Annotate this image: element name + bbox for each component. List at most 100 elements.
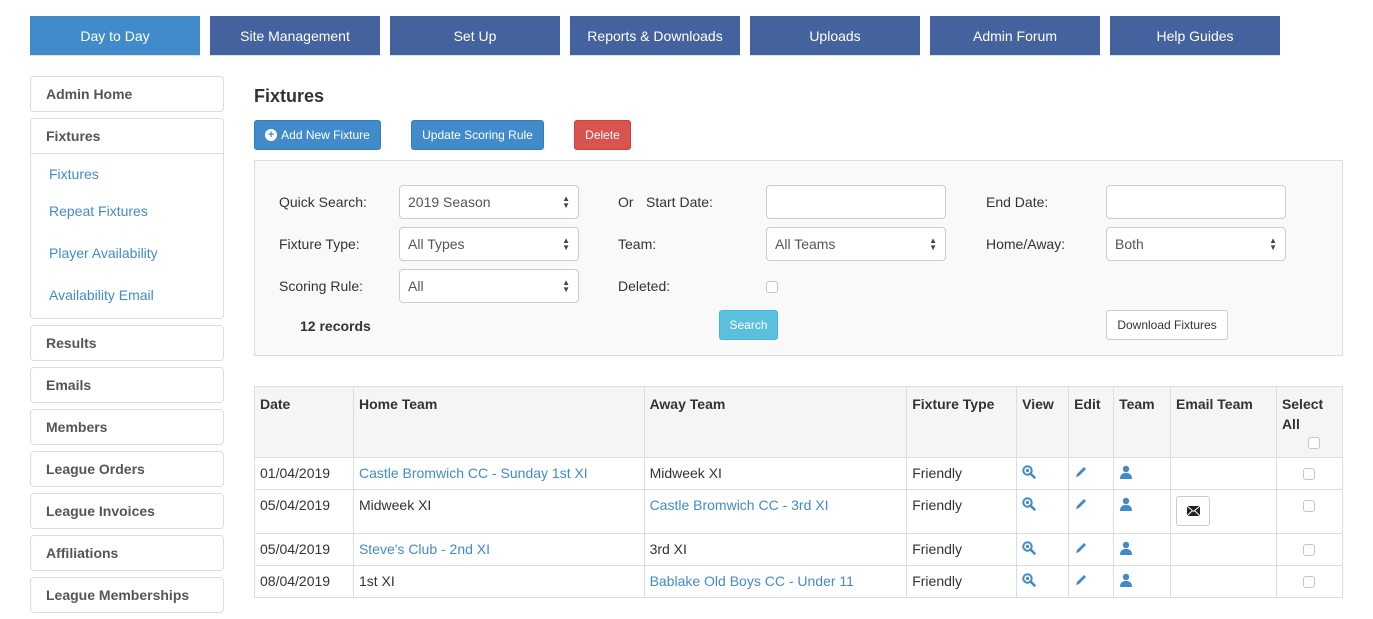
quick-search-select[interactable]: 2019 Season ▲ ▼ <box>399 185 579 219</box>
sidebar-box-affiliations: Affiliations <box>30 535 224 571</box>
user-icon[interactable] <box>1119 465 1133 479</box>
pencil-icon[interactable] <box>1074 541 1088 555</box>
home-team-link[interactable]: Steve's Club - 2nd XI <box>359 541 490 557</box>
sidebar: Admin Home Fixtures Fixtures Repeat Fixt… <box>30 76 224 619</box>
cell-home-team: Steve's Club - 2nd XI <box>352 533 645 566</box>
cell-team <box>1113 565 1172 598</box>
top-nav: Day to Day Site Management Set Up Report… <box>30 16 1280 56</box>
user-icon[interactable] <box>1119 497 1133 511</box>
home-away-select[interactable]: Both ▲ ▼ <box>1106 227 1286 261</box>
sidebar-box-results: Results <box>30 325 224 361</box>
sidebar-item-league-invoices[interactable]: League Invoices <box>31 494 223 528</box>
sidebar-item-emails[interactable]: Emails <box>31 368 223 402</box>
cell-select <box>1275 457 1344 490</box>
nav-tab-site-management[interactable]: Site Management <box>210 16 380 56</box>
add-new-fixture-label: Add New Fixture <box>281 128 370 142</box>
cell-fixture-type: Friendly <box>906 457 1018 490</box>
cell-team <box>1113 489 1172 534</box>
row-select-checkbox[interactable] <box>1303 576 1316 588</box>
cell-email-team <box>1170 489 1277 534</box>
zoom-in-icon[interactable] <box>1022 573 1036 587</box>
home-team-link[interactable]: Castle Bromwich CC - Sunday 1st XI <box>359 465 588 481</box>
user-icon[interactable] <box>1119 541 1133 555</box>
cell-home-team: Castle Bromwich CC - Sunday 1st XI <box>352 457 645 490</box>
pencil-icon[interactable] <box>1074 573 1088 587</box>
cell-edit <box>1068 489 1115 534</box>
cell-view <box>1016 565 1070 598</box>
home-team-text: Midweek XI <box>358 497 432 513</box>
table-row: 05/04/2019 Steve's Club - 2nd XI 3rd XI … <box>254 533 1344 566</box>
select-arrows-icon: ▲ ▼ <box>562 278 570 294</box>
sidebar-link-availability-email[interactable]: Availability Email <box>31 274 223 316</box>
nav-tab-admin-forum[interactable]: Admin Forum <box>930 16 1100 56</box>
or-label: Or <box>618 194 634 210</box>
user-icon[interactable] <box>1119 573 1133 587</box>
nav-tab-set-up[interactable]: Set Up <box>390 16 560 56</box>
end-date-input[interactable] <box>1106 185 1286 219</box>
header-fixture-type: Fixture Type <box>906 386 1018 458</box>
zoom-in-icon[interactable] <box>1022 541 1036 555</box>
start-date-label: Start Date: <box>646 194 713 210</box>
sidebar-link-player-availability[interactable]: Player Availability <box>31 232 223 274</box>
zoom-in-icon[interactable] <box>1022 465 1036 479</box>
email-team-button[interactable] <box>1176 496 1211 526</box>
cell-away-team: Midweek XI <box>643 457 908 490</box>
delete-button[interactable]: Delete <box>574 120 631 150</box>
sidebar-item-affiliations[interactable]: Affiliations <box>31 536 223 570</box>
fixture-type-select[interactable]: All Types ▲ ▼ <box>399 227 579 261</box>
search-button[interactable]: Search <box>719 310 778 340</box>
pencil-icon[interactable] <box>1074 465 1088 479</box>
select-arrows-icon: ▲ ▼ <box>562 194 570 210</box>
page-title: Fixtures <box>254 86 325 106</box>
download-fixtures-button[interactable]: Download Fixtures <box>1106 310 1228 340</box>
sidebar-link-repeat-fixtures[interactable]: Repeat Fixtures <box>31 190 223 232</box>
records-count: 12 records <box>300 318 371 334</box>
team-label: Team: <box>618 236 657 252</box>
action-bar: + Add New Fixture Update Scoring Rule De… <box>254 120 1343 150</box>
away-team-link[interactable]: Bablake Old Boys CC - Under 11 <box>650 573 854 589</box>
sidebar-box-emails: Emails <box>30 367 224 403</box>
select-all-checkbox[interactable] <box>1307 437 1320 449</box>
scoring-rule-label: Scoring Rule: <box>279 278 364 294</box>
nav-tab-uploads[interactable]: Uploads <box>750 16 920 56</box>
sidebar-link-fixtures[interactable]: Fixtures <box>31 158 223 190</box>
cell-select <box>1275 533 1344 566</box>
search-panel: Quick Search: 2019 Season ▲ ▼ Or Start Da… <box>254 160 1343 356</box>
cell-home-team: 1st XI <box>352 565 645 598</box>
quick-search-label: Quick Search: <box>279 194 367 210</box>
zoom-in-icon[interactable] <box>1022 497 1036 511</box>
nav-tab-reports-downloads[interactable]: Reports & Downloads <box>570 16 740 56</box>
table-row: 01/04/2019 Castle Bromwich CC - Sunday 1… <box>254 457 1344 490</box>
scoring-rule-value: All <box>408 278 424 294</box>
home-away-value: Both <box>1115 236 1144 252</box>
scoring-rule-select[interactable]: All ▲ ▼ <box>399 269 579 303</box>
sidebar-sub-links: Fixtures Repeat Fixtures Player Availabi… <box>31 154 223 318</box>
team-select[interactable]: All Teams ▲ ▼ <box>766 227 946 261</box>
pencil-icon[interactable] <box>1074 497 1088 511</box>
sidebar-item-league-orders[interactable]: League Orders <box>31 452 223 486</box>
select-arrows-icon: ▲ ▼ <box>1269 236 1277 252</box>
sidebar-item-results[interactable]: Results <box>31 326 223 360</box>
away-team-link[interactable]: Castle Bromwich CC - 3rd XI <box>650 497 829 513</box>
row-select-checkbox[interactable] <box>1303 544 1316 556</box>
nav-tab-help-guides[interactable]: Help Guides <box>1110 16 1280 56</box>
fixtures-table: Date Home Team Away Team Fixture Type Vi… <box>254 386 1344 598</box>
row-select-checkbox[interactable] <box>1303 500 1316 512</box>
row-select-checkbox[interactable] <box>1303 468 1316 480</box>
sidebar-item-admin-home[interactable]: Admin Home <box>31 77 223 111</box>
start-date-input[interactable] <box>766 185 946 219</box>
sidebar-group-heading-fixtures[interactable]: Fixtures <box>31 119 223 154</box>
sidebar-group-fixtures: Fixtures Fixtures Repeat Fixtures Player… <box>30 118 224 319</box>
table-row: 05/04/2019 Midweek XI Castle Bromwich CC… <box>254 489 1344 534</box>
add-new-fixture-button[interactable]: + Add New Fixture <box>254 120 381 150</box>
update-scoring-rule-button[interactable]: Update Scoring Rule <box>411 120 544 150</box>
sidebar-item-members[interactable]: Members <box>31 410 223 444</box>
nav-tab-day-to-day[interactable]: Day to Day <box>30 16 200 56</box>
fixture-type-value: All Types <box>408 236 465 252</box>
deleted-label: Deleted: <box>618 278 671 294</box>
home-away-label: Home/Away: <box>986 236 1066 252</box>
header-select-all: Select All <box>1275 386 1344 458</box>
deleted-checkbox[interactable] <box>766 281 778 293</box>
sidebar-item-league-memberships[interactable]: League Memberships <box>31 578 223 612</box>
cell-fixture-type: Friendly <box>906 565 1018 598</box>
